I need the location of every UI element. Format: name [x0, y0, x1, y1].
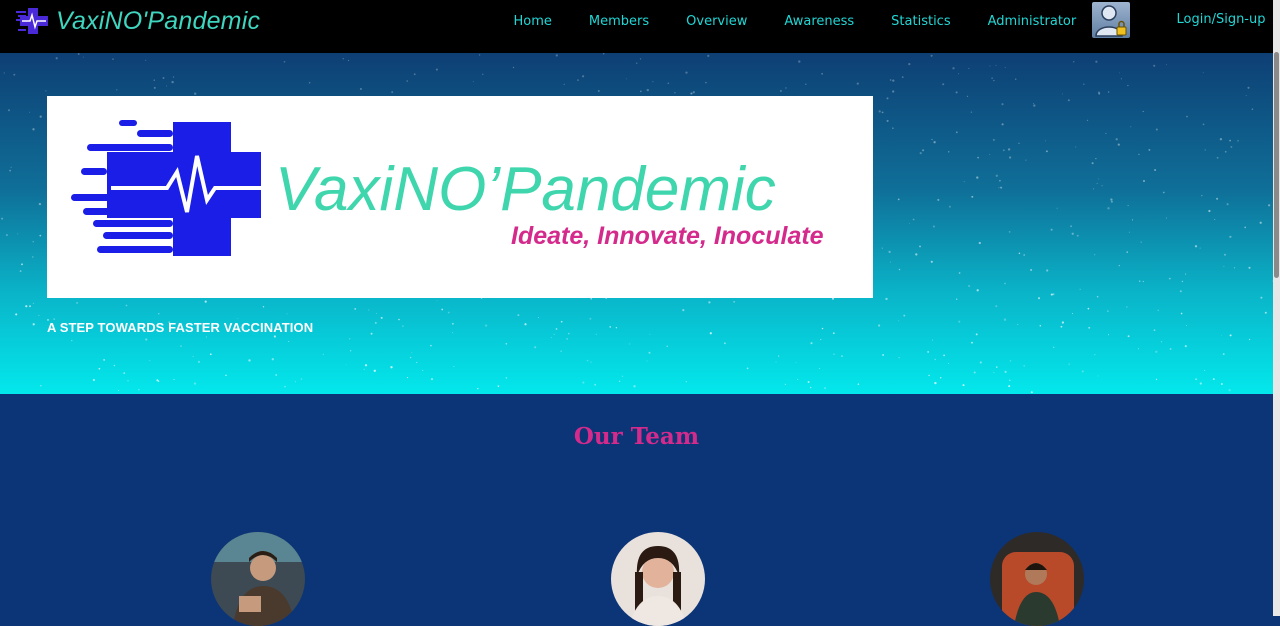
tagline: A STEP TOWARDS FASTER VACCINATION: [47, 320, 314, 335]
nav-links: Home Members Overview Awareness Statisti…: [495, 0, 1095, 42]
banner-logo: VaxiNO’Pandemic Ideate, Innovate, Inocul…: [47, 96, 873, 298]
medical-cross-logo-icon: [16, 8, 48, 34]
team-member-avatar-1[interactable]: [211, 532, 305, 626]
nav-statistics[interactable]: Statistics: [891, 14, 950, 29]
brand-name: VaxiNO'Pandemic: [56, 6, 261, 35]
user-lock-icon[interactable]: [1092, 2, 1130, 38]
team-member-avatar-2[interactable]: [611, 532, 705, 626]
nav-home[interactable]: Home: [514, 14, 552, 29]
scrollbar-thumb[interactable]: [1274, 52, 1279, 278]
nav-administrator[interactable]: Administrator: [988, 14, 1077, 29]
team-member-avatar-3[interactable]: [990, 532, 1084, 626]
nav-overview[interactable]: Overview: [686, 14, 747, 29]
nav-members[interactable]: Members: [589, 14, 649, 29]
banner-title: VaxiNO’Pandemic: [275, 155, 776, 224]
brand-link[interactable]: VaxiNO'Pandemic: [16, 6, 260, 36]
banner-graphic: VaxiNO’Pandemic Ideate, Innovate, Inocul…: [71, 120, 824, 256]
navbar: VaxiNO'Pandemic Home Members Overview Aw…: [0, 0, 1273, 53]
hero-section: VaxiNO’Pandemic Ideate, Innovate, Inocul…: [0, 53, 1273, 394]
page-scrollbar[interactable]: [1273, 0, 1280, 616]
banner-subtitle: Ideate, Innovate, Inoculate: [511, 222, 824, 250]
login-signup-link[interactable]: Login/Sign-up: [1177, 12, 1266, 27]
nav-awareness[interactable]: Awareness: [784, 14, 854, 29]
team-title: Our Team: [573, 423, 700, 450]
